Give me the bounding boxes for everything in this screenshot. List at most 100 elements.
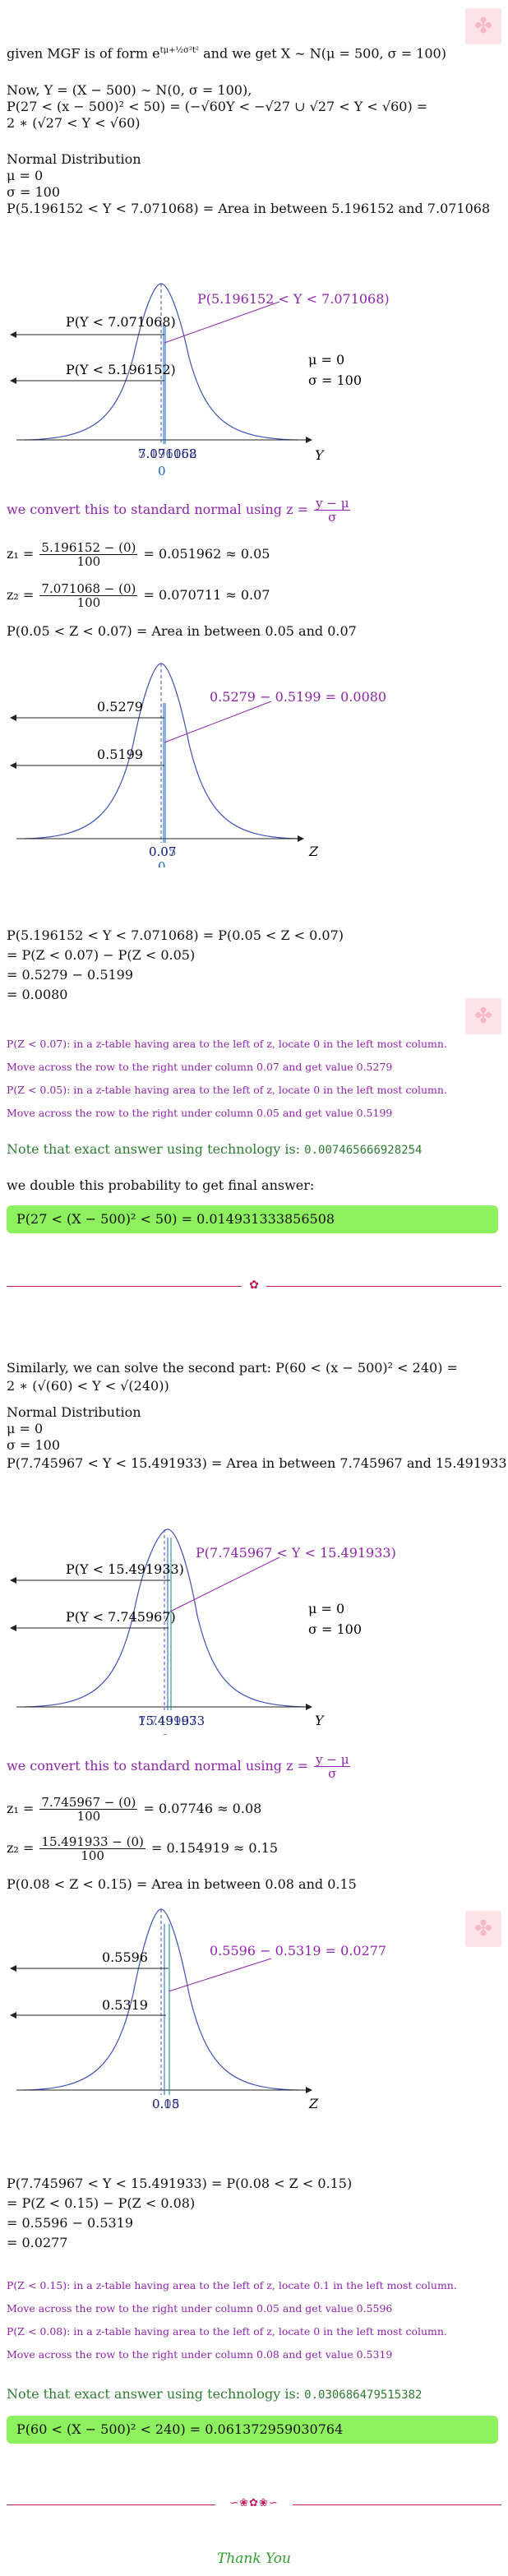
z1-numerator: 5.196152 − (0) bbox=[39, 540, 138, 555]
cdf-upper-label: P(Y < 15.491933) bbox=[66, 1561, 184, 1577]
cdf-lower-label: P(Y < 5.196152) bbox=[66, 362, 176, 377]
floral-divider-icon: ✿ bbox=[242, 1279, 266, 1292]
z2-fraction: 15.491933 − (0) 100 bbox=[39, 1835, 145, 1862]
final-answer-2: P(60 < (X − 500)² < 240) = 0.06137295903… bbox=[7, 2416, 498, 2444]
tech-value: 0.007465666928254 bbox=[304, 1144, 423, 1157]
arrowhead bbox=[10, 2012, 16, 2019]
tick-zero: 0 bbox=[158, 2111, 166, 2113]
final-answer-1: P(27 < (X − 500)² < 50) = 0.014931333856… bbox=[7, 1205, 498, 1233]
pointer-line bbox=[164, 301, 280, 344]
z1-result: = 0.07746 ≈ 0.08 bbox=[139, 1801, 262, 1816]
graph-mu: μ = 0 bbox=[308, 1601, 344, 1616]
z1-numerator: 7.745967 − (0) bbox=[39, 1795, 138, 1810]
calc-line-4: = 0.0080 bbox=[7, 987, 68, 1002]
technology-note: Note that exact answer using technology … bbox=[7, 1141, 501, 1159]
ztable-note-2a: P(Z < 0.05): in a z-table having area to… bbox=[7, 1084, 447, 1096]
z2-numerator: 15.491933 − (0) bbox=[39, 1834, 145, 1849]
arrowhead bbox=[10, 331, 16, 338]
formula-numerator: y − μ bbox=[314, 496, 351, 511]
ztable-note-2a: P(Z < 0.08): in a z-table having area to… bbox=[7, 2325, 447, 2338]
cdf-upper-value: 0.5596 bbox=[102, 1949, 148, 1965]
intro-distribution: and we get X ∼ N(μ = 500, σ = 100) bbox=[199, 45, 446, 62]
arrowhead bbox=[10, 1965, 16, 1972]
cdf-upper-label: P(Y < 7.071068) bbox=[66, 314, 176, 330]
z2-line: z₂ = 15.491933 − (0) 100 = 0.154919 ≈ 0.1… bbox=[7, 1832, 501, 1865]
z-distribution-graph: 0.5279 0.5199 0.5279 − 0.5199 = 0.0080 Z… bbox=[10, 663, 386, 867]
mgf-exponent: tμ+½σ²t² bbox=[159, 46, 200, 55]
z2-result: = 0.070711 ≈ 0.07 bbox=[139, 587, 270, 603]
y-distribution-graph: P(Y < 15.491933) P(Y < 7.745967) P(7.745… bbox=[10, 1528, 396, 1735]
ztable-note-1b: Move across the row to the right under c… bbox=[7, 2302, 393, 2315]
tick-lower: 7.745967 bbox=[138, 1713, 197, 1728]
sigma-value: σ = 100 bbox=[7, 1437, 61, 1453]
graph-sigma: σ = 100 bbox=[308, 372, 362, 388]
z1-label: z₁ = bbox=[7, 546, 39, 562]
graph-sigma: σ = 100 bbox=[308, 1621, 362, 1637]
z2-denominator: 100 bbox=[76, 595, 101, 610]
interval-label: P(7.745967 < Y < 15.491933) bbox=[196, 1545, 396, 1561]
intro-line-2: Now, Y = (X − 500) ∼ N(0, σ = 100), bbox=[7, 82, 252, 98]
calc-line-2: = P(Z < 0.07) − P(Z < 0.05) bbox=[7, 947, 196, 963]
calc-line-1: P(7.745967 < Y < 15.491933) = P(0.08 < Z… bbox=[7, 2176, 353, 2191]
convert-text: we convert this to standard normal using… bbox=[7, 502, 313, 517]
z2-denominator: 100 bbox=[81, 1848, 104, 1863]
z1-line: z₁ = 5.196152 − (0) 100 = 0.051962 ≈ 0.05 bbox=[7, 538, 501, 571]
normal-distribution-title: Normal Distribution bbox=[7, 151, 141, 167]
convert-line: we convert this to standard normal using… bbox=[7, 1750, 501, 1783]
z1-label: z₁ = bbox=[7, 1801, 39, 1816]
axis-label: Z bbox=[308, 844, 319, 859]
calc-line-3: = 0.5596 − 0.5319 bbox=[7, 2215, 134, 2231]
z2-numerator: 7.071068 − (0) bbox=[39, 581, 138, 596]
pointer-line bbox=[168, 1958, 272, 1992]
axis-label: Y bbox=[315, 447, 325, 463]
z2-fraction: 7.071068 − (0) 100 bbox=[39, 581, 138, 610]
cdf-lower-label: P(Y < 7.745967) bbox=[66, 1609, 176, 1625]
watermark-icon: ✤ bbox=[465, 8, 501, 44]
z2-label: z₂ = bbox=[7, 587, 39, 603]
calc-line-3: = 0.5279 − 0.5199 bbox=[7, 967, 134, 983]
ztable-note-1a: P(Z < 0.15): in a z-table having area to… bbox=[7, 2279, 457, 2292]
sigma-value: σ = 100 bbox=[7, 184, 61, 200]
arrowhead bbox=[10, 715, 16, 721]
graph-mu: μ = 0 bbox=[308, 352, 344, 368]
ztable-note-1a: P(Z < 0.07): in a z-table having area to… bbox=[7, 1038, 447, 1050]
difference-label: 0.5596 − 0.5319 = 0.0277 bbox=[210, 1943, 386, 1959]
intro-line-1: given MGF is of form etμ+½σ²t² and we ge… bbox=[7, 43, 501, 62]
tech-label: Note that exact answer using technology … bbox=[7, 1141, 305, 1157]
intro-line-4: 2 ∗ (√27 < Y < √60) bbox=[7, 115, 141, 131]
cdf-lower-value: 0.5199 bbox=[97, 747, 143, 762]
arrowhead bbox=[10, 1577, 16, 1584]
x-axis-arrow bbox=[306, 2087, 312, 2093]
part2-intro-2: 2 ∗ (√(60) < Y < √(240)) bbox=[7, 1378, 169, 1394]
mu-value: μ = 0 bbox=[7, 1421, 44, 1436]
z1-denominator: 100 bbox=[76, 1809, 101, 1824]
z1-denominator: 100 bbox=[76, 554, 101, 569]
arrowhead bbox=[10, 1625, 16, 1631]
formula-denominator: σ bbox=[328, 510, 337, 525]
convert-text: we convert this to standard normal using… bbox=[7, 1758, 313, 1774]
ztable-note-2b: Move across the row to the right under c… bbox=[7, 2348, 393, 2361]
tick-zero: 0 bbox=[158, 464, 166, 479]
arrowhead bbox=[10, 762, 16, 769]
cdf-lower-value: 0.5319 bbox=[102, 1997, 148, 2013]
formula-numerator: y − μ bbox=[314, 1752, 351, 1767]
tick-lower: 0.05 bbox=[149, 844, 176, 859]
y-distribution-graph: P(Y < 7.071068) P(Y < 5.196152) P(5.1961… bbox=[10, 283, 390, 479]
part2-intro-1: Similarly, we can solve the second part:… bbox=[7, 1360, 458, 1376]
interval-label: P(5.196152 < Y < 7.071068) bbox=[197, 291, 390, 307]
tick-zero: 0 bbox=[161, 1732, 169, 1735]
intro-line-3: P(27 < (x − 500)² < 50) = (−√60Y < −√27 … bbox=[7, 99, 428, 114]
tick-lower: 0.08 bbox=[152, 2097, 179, 2111]
ztable-note-2b: Move across the row to the right under c… bbox=[7, 1107, 393, 1119]
intro-text: given MGF is of form bbox=[7, 45, 153, 62]
x-axis-arrow bbox=[306, 1704, 312, 1710]
x-axis-arrow bbox=[298, 835, 304, 842]
convert-line: we convert this to standard normal using… bbox=[7, 493, 501, 526]
calc-line-4: = 0.0277 bbox=[7, 2235, 68, 2250]
floral-divider-icon: ∽❀✿❀∽ bbox=[215, 2497, 293, 2509]
z1-result: = 0.051962 ≈ 0.05 bbox=[139, 546, 270, 562]
z1-fraction: 5.196152 − (0) 100 bbox=[39, 540, 138, 569]
difference-label: 0.5279 − 0.5199 = 0.0080 bbox=[210, 689, 386, 705]
z-area-statement: P(0.08 < Z < 0.15) = Area in between 0.0… bbox=[7, 1876, 357, 1892]
z2-label: z₂ = bbox=[7, 1840, 39, 1856]
